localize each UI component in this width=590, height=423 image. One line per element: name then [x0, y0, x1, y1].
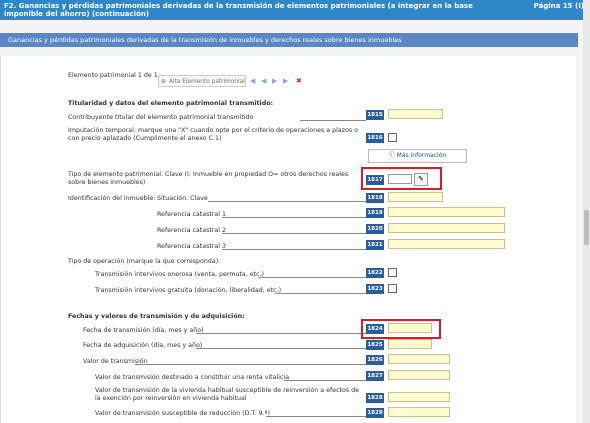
box-code-1816: 1816: [366, 133, 384, 143]
onerosa-label: Transmisión intervivos onerosa (venta, p…: [95, 271, 265, 278]
box-code-1823: 1823: [366, 284, 384, 294]
more-info-label: Más información: [396, 152, 447, 159]
box-code-1822: 1822: [366, 268, 384, 278]
first-icon[interactable]: ◀: [250, 77, 255, 85]
scrollbar[interactable]: [583, 0, 590, 423]
checkbox-1823[interactable]: [388, 284, 397, 293]
checkbox-1816[interactable]: [388, 133, 397, 142]
field-1825[interactable]: [388, 339, 432, 349]
leader-line: [258, 277, 366, 278]
leader-line: [196, 333, 366, 334]
field-1827[interactable]: [388, 370, 450, 380]
add-element-button[interactable]: ⊕ Alta Elemento patrimonial: [158, 75, 246, 87]
box-code-1819: 1819: [366, 208, 384, 218]
ref3-label: Referencia catastral 3: [157, 243, 227, 250]
field-1819[interactable]: [388, 207, 505, 217]
element-counter: Elemento patrimonial 1 de 1: [68, 72, 158, 79]
page-indicator: Página 15 (I): [533, 2, 584, 10]
ref1-label: Referencia catastral 1: [157, 211, 227, 218]
next-icon[interactable]: ▶: [272, 77, 277, 85]
leader-line: [300, 120, 366, 121]
fechas-heading: Fechas y valores de transmisión y de adq…: [68, 313, 245, 320]
fecha-adquisicion-label: Fecha de adquisición (día, mes y año): [83, 342, 203, 349]
gratuita-label: Transmisión intervivos gratuita (donació…: [95, 287, 282, 294]
leader-line: [208, 201, 366, 202]
leader-line: [135, 364, 366, 365]
box-code-1821: 1821: [366, 240, 384, 250]
element-toolbar: ⊕ Alta Elemento patrimonial ◀ ◀ ▶ ▶ ✖: [158, 75, 308, 89]
leader-line: [266, 416, 366, 417]
info-icon: ⓘ: [388, 152, 395, 159]
field-1818[interactable]: [388, 192, 443, 202]
checkbox-1822[interactable]: [388, 268, 397, 277]
form-header: F2. Ganancias y pérdidas patrimoniales d…: [0, 0, 590, 20]
renta-label: Valor de transmisión destinado a constit…: [95, 374, 290, 381]
box-code-1815: 1815: [366, 110, 384, 120]
situacion-label: Situación. Clave: [157, 195, 208, 202]
last-icon[interactable]: ▶: [283, 77, 288, 85]
prev-icon[interactable]: ◀: [261, 77, 266, 85]
box-code-1818: 1818: [366, 193, 384, 203]
field-1829[interactable]: [388, 407, 450, 417]
leader-line: [222, 217, 366, 218]
leader-line: [222, 249, 366, 250]
imputacion-label: Imputación temporal: marque una "X" cuan…: [68, 127, 359, 142]
leader-line: [222, 233, 366, 234]
tipo-elemento-label: Tipo de elemento patrimonial. Clave (I: …: [68, 171, 349, 186]
contribuyente-label: Contribuyente titular del elemento patri…: [68, 114, 254, 121]
leader-line: [196, 348, 366, 349]
field-1815[interactable]: [388, 109, 443, 119]
highlight-box-1817: [361, 167, 442, 190]
box-code-1825: 1825: [366, 340, 384, 350]
section-title: Ganancias y pérdidas patrimoniales deriv…: [0, 33, 578, 47]
field-1820[interactable]: [388, 223, 505, 233]
field-1821[interactable]: [388, 239, 505, 249]
box-code-1820: 1820: [366, 224, 384, 234]
field-1828[interactable]: [388, 392, 450, 402]
leader-line: [284, 380, 366, 381]
reduccion-label: Valor de transmisión susceptible de redu…: [95, 410, 270, 417]
ref2-label: Referencia catastral 2: [157, 227, 227, 234]
box-code-1826: 1826: [366, 355, 384, 365]
identificacion-label: Identificación del inmueble:: [68, 195, 156, 202]
leader-line: [275, 293, 366, 294]
box-code-1829: 1829: [366, 408, 384, 418]
highlight-box-1824: [361, 319, 441, 339]
box-code-1827: 1827: [366, 371, 384, 381]
box-code-1828: 1828: [366, 393, 384, 403]
add-icon: ⊕: [161, 79, 166, 85]
add-element-label: Alta Elemento patrimonial: [169, 79, 245, 85]
scrollbar-thumb[interactable]: [584, 210, 589, 245]
fecha-transmision-label: Fecha de transmisión (día, mes y año): [83, 327, 204, 334]
delete-icon[interactable]: ✖: [296, 77, 302, 85]
titularidad-heading: Titularidad y datos del elemento patrimo…: [68, 100, 274, 107]
field-1826[interactable]: [388, 354, 450, 364]
form-title: F2. Ganancias y pérdidas patrimoniales d…: [4, 2, 473, 18]
vivienda-label: Valor de transmisión de la vivienda habi…: [95, 387, 360, 402]
tipo-operacion-label: Tipo de operación (marque la que corresp…: [68, 258, 221, 265]
more-info-button[interactable]: ⓘ Más información: [368, 149, 467, 163]
